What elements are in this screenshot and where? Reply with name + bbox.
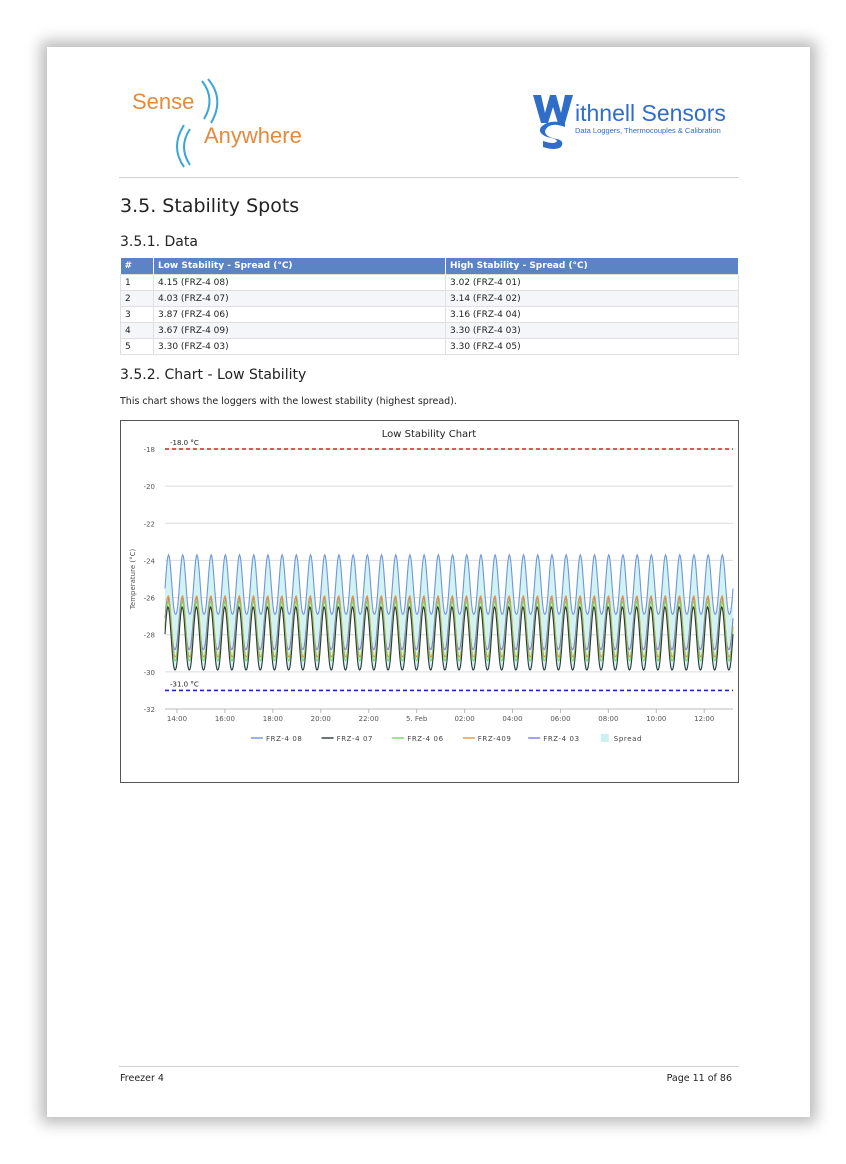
table-header-row: # Low Stability - Spread (°C) High Stabi… — [120, 258, 739, 275]
x-tick-label: 08:00 — [598, 715, 618, 723]
row-index: 1 — [120, 274, 154, 291]
legend-swatch — [600, 734, 609, 742]
row-high-value: 3.14 (FRZ-4 02) — [445, 290, 739, 307]
x-tick-label: 06:00 — [550, 715, 570, 723]
x-tick-label: 10:00 — [646, 715, 666, 723]
logo-anywhere-text: Anywhere — [204, 123, 302, 148]
y-tick-label: -22 — [144, 520, 155, 528]
chart-container: Low Stability Chart -18 -20 -22 -24 -26 -28 -30… — [120, 420, 739, 783]
data-subsection-title: 3.5.1. Data — [120, 234, 198, 250]
col-header-index: # — [120, 258, 154, 275]
row-high-value: 3.02 (FRZ-4 01) — [445, 274, 739, 291]
logo-withnell-text: ithnell Sensors — [575, 100, 726, 126]
limit-label: -31.0 °C — [170, 680, 199, 688]
y-tick-label: -20 — [144, 483, 155, 491]
y-tick-label: -26 — [144, 595, 156, 603]
row-index: 3 — [120, 306, 154, 323]
logo-sense-text: Sense — [132, 89, 194, 114]
legend-item-label: FRZ-4 06 — [407, 735, 443, 743]
chart-title: Low Stability Chart — [382, 429, 477, 440]
table-row: 3 3.87 (FRZ-4 06) 3.16 (FRZ-4 04) — [120, 306, 739, 323]
y-tick-label: -32 — [144, 706, 155, 714]
withnell-sensors-logo: ithnell Sensors Data Loggers, Thermocoup… — [533, 95, 726, 149]
row-low-value: 4.03 (FRZ-4 07) — [153, 290, 446, 307]
report-page: Sense Anywhere ithnell Sensors Data Logg… — [47, 47, 810, 1117]
chart-description: This chart shows the loggers with the lo… — [120, 396, 457, 407]
legend-item-label: FRZ-4 03 — [543, 735, 579, 743]
x-tick-label: 22:00 — [359, 715, 379, 723]
logo-tagline-text: Data Loggers, Thermocouples & Calibratio… — [575, 126, 721, 135]
table-row: 4 3.67 (FRZ-4 09) 3.30 (FRZ-4 03) — [120, 322, 739, 339]
x-tick-label: 04:00 — [502, 715, 522, 723]
y-tick-label: -30 — [144, 669, 155, 677]
y-tick-label: -18 — [144, 446, 155, 454]
x-tick-label: 5. Feb — [406, 715, 428, 723]
legend-item-label: Spread — [614, 735, 642, 743]
x-tick-label: 16:00 — [215, 715, 235, 723]
y-tick-label: -24 — [144, 557, 156, 565]
sense-anywhere-logo: Sense Anywhere — [132, 78, 302, 168]
row-index: 4 — [120, 322, 154, 339]
col-header-high-stability: High Stability - Spread (°C) — [445, 258, 739, 275]
row-high-value: 3.30 (FRZ-4 03) — [445, 322, 739, 339]
table-row: 5 3.30 (FRZ-4 03) 3.30 (FRZ-4 05) — [120, 338, 739, 355]
section-title: 3.5. Stability Spots — [120, 195, 300, 217]
x-tick-label: 12:00 — [694, 715, 714, 723]
limit-label: -18.0 °C — [170, 439, 199, 447]
y-axis-label: Temperature (°C) — [129, 549, 137, 611]
footer-divider — [119, 1066, 739, 1067]
row-index: 5 — [120, 338, 154, 355]
row-high-value: 3.16 (FRZ-4 04) — [445, 306, 739, 323]
y-tick-label: -28 — [144, 632, 155, 640]
row-low-value: 3.30 (FRZ-4 03) — [153, 338, 446, 355]
x-tick-label: 14:00 — [167, 715, 187, 723]
header-divider — [119, 177, 739, 178]
row-low-value: 3.67 (FRZ-4 09) — [153, 322, 446, 339]
row-high-value: 3.30 (FRZ-4 05) — [445, 338, 739, 355]
row-low-value: 3.87 (FRZ-4 06) — [153, 306, 446, 323]
x-tick-label: 02:00 — [454, 715, 474, 723]
legend-item-label: FRZ-4 07 — [337, 735, 373, 743]
row-low-value: 4.15 (FRZ-4 08) — [153, 274, 446, 291]
x-tick-label: 20:00 — [311, 715, 331, 723]
footer-document-name: Freezer 4 — [120, 1073, 164, 1084]
footer-page-number: Page 11 of 86 — [666, 1073, 732, 1084]
x-tick-label: 18:00 — [263, 715, 283, 723]
stability-table: # Low Stability - Spread (°C) High Stabi… — [120, 258, 739, 355]
col-header-low-stability: Low Stability - Spread (°C) — [153, 258, 446, 275]
legend-item-label: FRZ-4 08 — [266, 735, 302, 743]
row-index: 2 — [120, 290, 154, 307]
table-row: 2 4.03 (FRZ-4 07) 3.14 (FRZ-4 02) — [120, 290, 739, 307]
legend-item-label: FRZ-409 — [478, 735, 512, 743]
table-row: 1 4.15 (FRZ-4 08) 3.02 (FRZ-4 01) — [120, 274, 739, 291]
low-stability-chart: Low Stability Chart -18 -20 -22 -24 -26 -28 -30… — [129, 429, 734, 743]
chart-subsection-title: 3.5.2. Chart - Low Stability — [120, 367, 307, 383]
